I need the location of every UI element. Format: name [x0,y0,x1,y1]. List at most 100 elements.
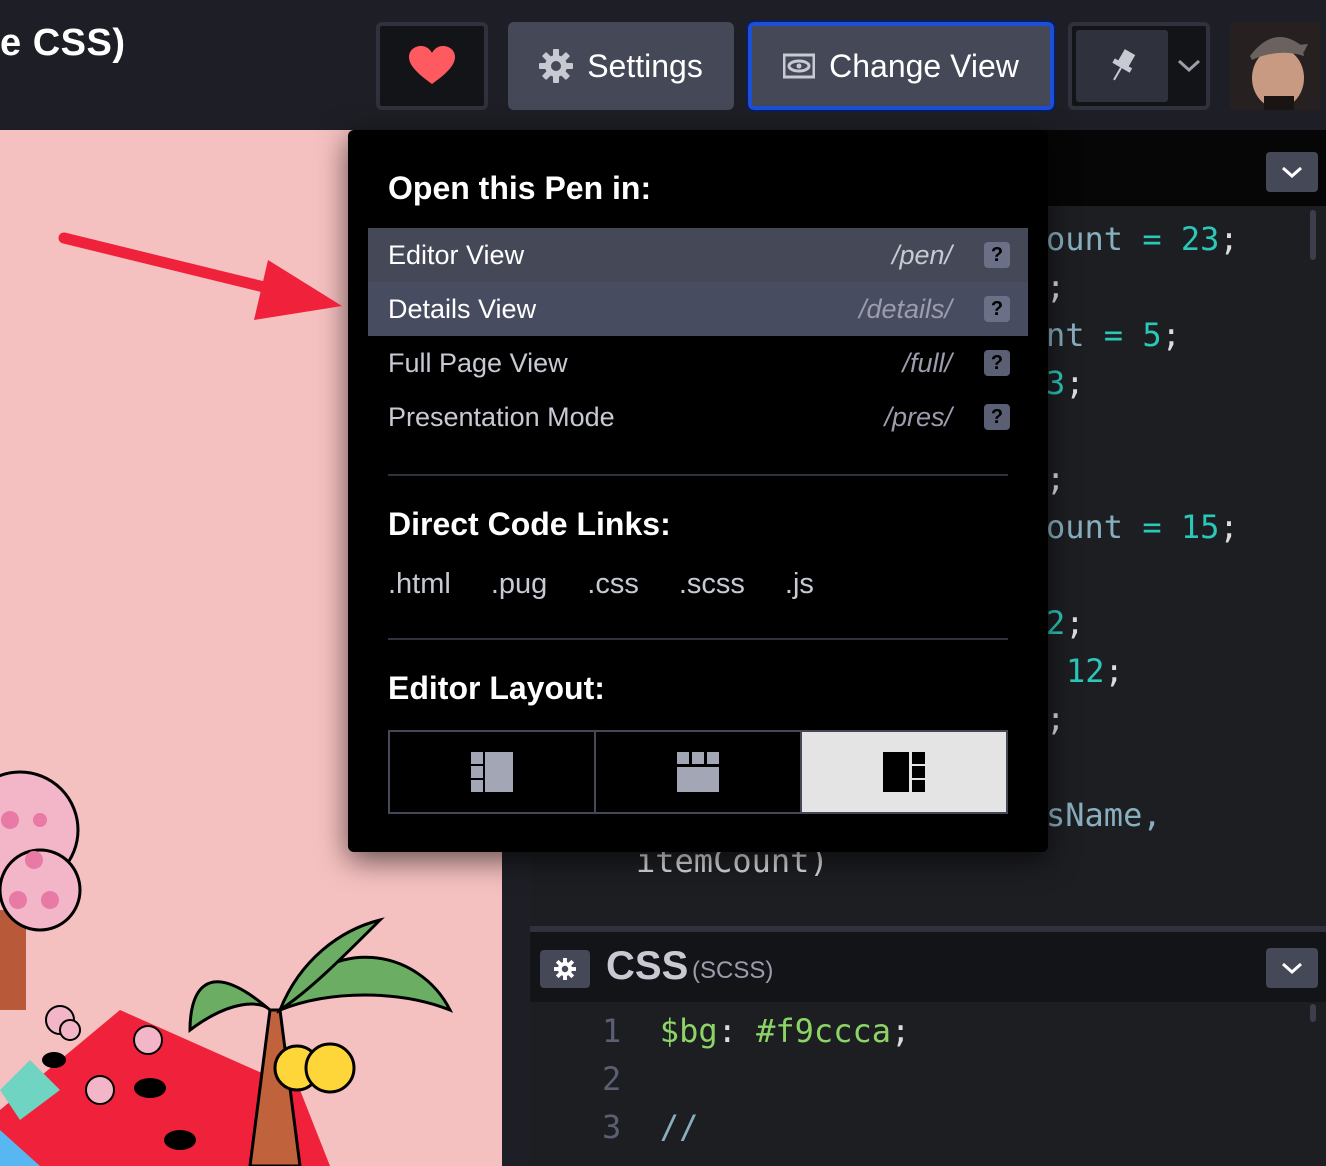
open-in-heading: Open this Pen in: [388,170,652,206]
layout-right-icon [883,752,925,792]
view-option-path: /pres/ [884,401,952,432]
css-code-line: 3 // [602,1108,698,1146]
view-option[interactable]: Presentation Mode/pres/? [368,390,1028,444]
gear-icon [539,49,574,83]
settings-label: Settings [587,47,703,84]
code-token: 5 [1142,316,1162,354]
code-token: : [717,1012,757,1050]
view-option-label: Presentation Mode [388,401,615,432]
code-token: ; [1104,652,1124,690]
code-token: ; [1161,316,1181,354]
view-option[interactable]: Full Page View/full/? [368,336,1028,390]
change-view-button[interactable]: Change View [746,20,1056,112]
help-icon[interactable]: ? [984,350,1010,376]
pin-icon [1112,49,1136,81]
code-token: 15 [1180,508,1220,546]
help-icon[interactable]: ? [984,296,1010,322]
code-token: ; [1065,604,1085,642]
code-link[interactable]: .html [388,568,451,601]
pen-title: e CSS) [0,22,126,64]
pin-button-group [1068,22,1210,110]
change-view-label: Change View [829,47,1019,84]
view-option-path: /details/ [858,293,952,324]
code-token: 2 [1046,604,1066,642]
js-scrollbar[interactable] [1310,210,1316,260]
code-links-list: .html .pug .css .scss .js [388,568,814,601]
code-token: ; [1046,700,1066,738]
pin-button[interactable] [1076,30,1168,102]
code-link[interactable]: .scss [679,568,745,601]
heart-icon [409,46,455,84]
code-token: ; [890,1012,911,1050]
code-link[interactable]: .pug [491,568,547,601]
code-token: #f9ccca [756,1012,891,1050]
view-option-path: /full/ [902,347,952,378]
layout-left-button[interactable] [390,732,596,812]
gear-icon [554,958,576,980]
code-line: 2; [1046,604,1085,642]
view-option-label: Details View [388,293,537,324]
settings-button[interactable]: Settings [508,22,734,110]
code-token: 12 [1066,652,1105,690]
code-line: sName, [1046,796,1162,834]
css-settings-button[interactable] [540,950,590,988]
code-token: nt [1046,316,1085,354]
top-bar: e CSS) Settings Change View [0,0,1326,130]
css-code-line: 2 [602,1060,660,1098]
code-line: 12; [1066,652,1124,690]
code-link[interactable]: .js [785,568,814,601]
code-token: ; [1219,220,1239,258]
line-number: 3 [602,1108,622,1146]
help-icon[interactable]: ? [984,404,1010,430]
eye-window-icon [783,53,816,79]
js-collapse-button[interactable] [1266,152,1318,192]
layout-right-button[interactable] [802,732,1006,812]
code-token: ount [1046,508,1124,546]
code-links-heading: Direct Code Links: [388,506,671,542]
code-token: = [1123,508,1181,546]
view-option[interactable]: Details View/details/? [368,282,1028,336]
layout-top-button[interactable] [596,732,802,812]
code-token: = [1123,220,1181,258]
avatar-photo [1230,22,1320,110]
code-line: ount = 23; [1046,220,1239,258]
code-line: nt = 5; [1046,316,1181,354]
code-line: 3; [1046,364,1085,402]
pin-dropdown-button[interactable] [1172,30,1206,102]
user-avatar[interactable] [1230,22,1320,110]
code-token: ; [1219,508,1239,546]
change-view-menu: Open this Pen in: Editor View/pen/? Detai… [348,130,1048,852]
layout-top-icon [677,752,719,792]
chevron-down-icon [1177,59,1201,73]
code-token: sName, [1046,796,1162,834]
divider [388,638,1008,640]
chevron-down-icon [1282,166,1302,178]
help-icon[interactable]: ? [984,242,1010,268]
css-collapse-button[interactable] [1266,948,1318,988]
divider [388,474,1008,476]
css-code-line: 1 $bg: #f9ccca; [602,1012,910,1050]
view-option[interactable]: Editor View/pen/? [368,228,1028,282]
code-token: ount [1046,220,1124,258]
css-scrollbar[interactable] [1310,1004,1316,1022]
code-token: 23 [1180,220,1220,258]
chevron-down-icon [1282,962,1302,974]
code-token: ; [1046,268,1066,306]
css-editor-header: CSS (SCSS) [530,932,1326,1002]
editor-layout-selector [388,730,1008,814]
code-link[interactable]: .css [587,568,639,601]
code-token: 3 [1046,364,1066,402]
editor-layout-heading: Editor Layout: [388,670,605,706]
line-number: 1 [602,1012,622,1050]
code-token: $bg [659,1012,718,1050]
view-option-label: Full Page View [388,347,568,378]
css-editor-subtitle: (SCSS) [692,957,774,984]
code-token: // [659,1108,699,1146]
view-option-label: Editor View [388,239,525,270]
css-editor-title: CSS [606,944,689,988]
annotation-arrow [58,232,342,320]
code-line: ount = 15; [1046,508,1239,546]
code-line-14: 14 - var item = 0; [564,890,1084,928]
line-number: 2 [602,1060,622,1098]
love-button[interactable] [376,22,488,110]
